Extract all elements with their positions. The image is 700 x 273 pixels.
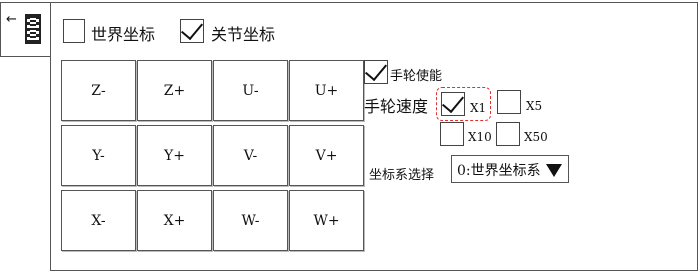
handwheel-speed-label: 手轮速度 [364, 97, 429, 116]
jog-z-minus-button[interactable]: Z- [61, 60, 136, 121]
speed-x1-checkbox[interactable] [441, 90, 465, 116]
checkmark-icon [364, 58, 388, 82]
jog-w-plus-button[interactable]: W+ [289, 190, 364, 251]
world-coord-label: 世界坐标 [91, 25, 156, 44]
jog-v-minus-button[interactable]: V- [213, 125, 288, 186]
arrow-left-icon: ← [6, 12, 17, 27]
handwheel-enable-label: 手轮使能 [390, 69, 443, 84]
jog-y-plus-button[interactable]: Y+ [137, 125, 212, 186]
speed-x10-label: X10 [468, 130, 492, 144]
coord-system-label: 坐标系选择 [369, 168, 435, 183]
checkmark-icon [180, 17, 204, 41]
speed-x1-label: X1 [470, 101, 487, 115]
jog-x-minus-button[interactable]: X- [61, 190, 136, 251]
joint-coord-checkbox[interactable] [180, 17, 204, 43]
side-panel-toggle[interactable]: ← [0, 2, 51, 57]
jog-panel: 世界坐标 关节坐标 Z- Z+ U- U+ Y- Y+ V- V+ X- X+ … [50, 2, 698, 271]
panel-icon [25, 14, 41, 44]
triangle-down-icon[interactable] [546, 164, 562, 177]
speed-x5-checkbox[interactable] [497, 90, 521, 114]
handwheel-enable-checkbox[interactable] [364, 58, 388, 84]
jog-u-plus-button[interactable]: U+ [289, 60, 364, 121]
jog-v-plus-button[interactable]: V+ [289, 125, 364, 186]
world-coord-checkbox[interactable] [63, 19, 85, 43]
speed-x5-label: X5 [526, 99, 543, 113]
coord-system-select[interactable]: 0:世界坐标系 [451, 155, 569, 183]
checkmark-icon [441, 90, 465, 114]
speed-x50-label: X50 [524, 130, 548, 144]
jog-u-minus-button[interactable]: U- [213, 60, 288, 121]
jog-w-minus-button[interactable]: W- [213, 190, 288, 251]
coord-system-value: 0:世界坐标系 [457, 163, 541, 179]
jog-x-plus-button[interactable]: X+ [137, 190, 212, 251]
speed-x50-checkbox[interactable] [496, 122, 520, 146]
jog-y-minus-button[interactable]: Y- [61, 125, 136, 186]
joint-coord-label: 关节坐标 [211, 25, 276, 44]
speed-x10-checkbox[interactable] [440, 122, 464, 146]
jog-z-plus-button[interactable]: Z+ [137, 60, 212, 121]
